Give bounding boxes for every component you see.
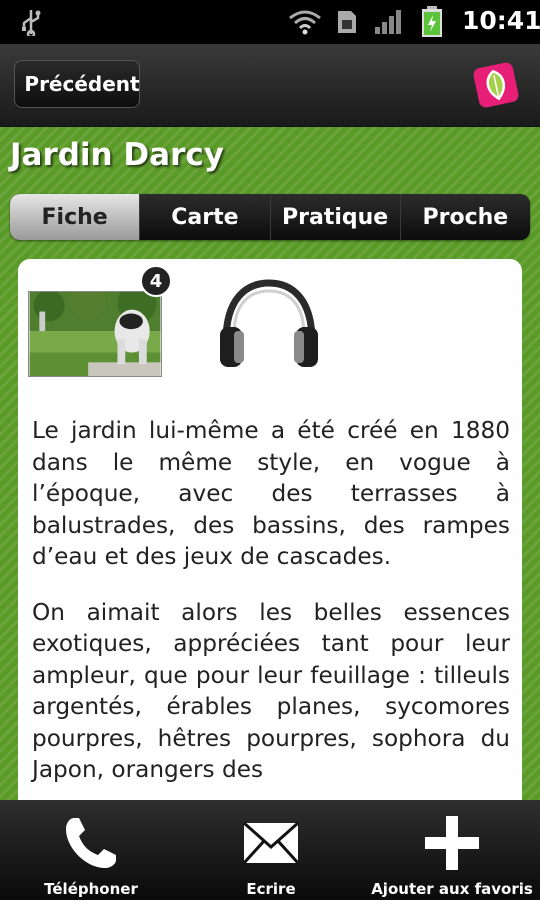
- description-paragraph: Le jardin lui-même a été créé en 1880 da…: [32, 417, 510, 570]
- call-button[interactable]: Téléphoner: [42, 800, 140, 900]
- status-bar: 10:41: [0, 0, 540, 44]
- clock: 10:41: [462, 6, 540, 35]
- write-label: Ecrire: [246, 880, 296, 898]
- sim-icon: [338, 11, 356, 33]
- phone-icon: [66, 818, 116, 868]
- detail-card: 4 Le jardin lui-même a été créé en 1880 …: [18, 259, 522, 800]
- signal-icon: [375, 10, 401, 34]
- description-paragraph: On aimait alors les belles essences exot…: [32, 598, 510, 784]
- leaf-logo-icon[interactable]: [470, 59, 522, 111]
- garden-photo[interactable]: [28, 291, 162, 377]
- add-favorites-button[interactable]: Ajouter aux favoris: [371, 800, 533, 900]
- write-button[interactable]: Ecrire: [222, 800, 320, 900]
- tab-fiche[interactable]: Fiche: [10, 194, 141, 240]
- tab-proche[interactable]: Proche: [400, 194, 530, 240]
- page-title: Jardin Darcy: [10, 137, 224, 173]
- tab-pratique[interactable]: Pratique: [270, 194, 401, 240]
- envelope-icon: [242, 821, 300, 865]
- photo-gallery[interactable]: [28, 291, 162, 377]
- action-bar: Précédent: [0, 44, 540, 127]
- add-favorites-label: Ajouter aux favoris: [371, 880, 533, 898]
- battery-icon: [422, 6, 442, 37]
- back-button-label: Précédent: [24, 72, 140, 96]
- content-area: Jardin Darcy Fiche Carte Pratique Proche: [0, 127, 540, 800]
- call-label: Téléphoner: [44, 880, 138, 898]
- tab-bar: Fiche Carte Pratique Proche: [10, 194, 530, 240]
- usb-icon: [22, 10, 41, 36]
- description-text: Le jardin lui-même a été créé en 1880 da…: [32, 415, 510, 800]
- tab-carte[interactable]: Carte: [140, 194, 271, 240]
- wifi-icon: [289, 10, 321, 35]
- back-button[interactable]: Précédent: [14, 60, 140, 108]
- headphones-icon[interactable]: [216, 279, 322, 371]
- plus-icon: [425, 816, 479, 870]
- photo-count-badge: 4: [140, 265, 172, 297]
- bottom-bar: Téléphoner Ecrire Ajouter aux favoris: [0, 800, 540, 900]
